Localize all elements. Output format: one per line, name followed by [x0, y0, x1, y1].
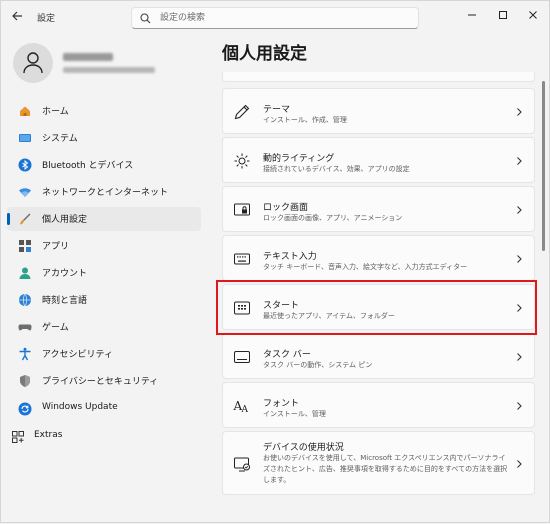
sidebar-item-label: プライバシーとセキュリティ	[42, 377, 159, 387]
sidebar-item-label: 時刻と言語	[42, 296, 88, 306]
card-lock-screen[interactable]: ロック画面 ロック画面の画像、アプリ、アニメーション	[222, 186, 535, 232]
chevron-right-icon	[517, 353, 522, 361]
shield-icon	[20, 375, 30, 387]
sidebar-item-label: Extras	[34, 430, 63, 440]
scrollbar-thumb[interactable]	[542, 81, 545, 251]
card-description: お使いのデバイスを使用して、Microsoft エクスペリエンス内でパーソナライ…	[263, 454, 508, 484]
pen-icon	[234, 104, 250, 120]
card-description: 接続されているデバイス、効果、アプリの設定	[263, 165, 410, 173]
close-button[interactable]	[518, 5, 548, 23]
device-usage-icon	[234, 457, 250, 472]
wifi-icon	[19, 188, 31, 197]
extras-icon	[12, 431, 24, 443]
card-description: インストール、作成、管理	[263, 116, 347, 124]
back-arrow-icon[interactable]	[9, 10, 25, 26]
card-title: タスク バー	[263, 350, 311, 360]
search-icon	[140, 13, 151, 24]
sidebar-item-label: アプリ	[42, 242, 70, 252]
sidebar-item-label: ネットワークとインターネット	[42, 188, 169, 198]
taskbar-icon	[234, 351, 250, 363]
sidebar-item-apps[interactable]: アプリ	[7, 234, 201, 258]
selection-indicator	[7, 213, 10, 225]
sidebar-item-label: ホーム	[42, 107, 69, 117]
partial-card	[222, 72, 535, 82]
home-icon	[20, 106, 30, 116]
sidebar-item-label: ゲーム	[42, 323, 69, 333]
dynamic-lighting-icon	[234, 153, 250, 169]
keyboard-icon	[234, 253, 250, 265]
card-text-input[interactable]: テキスト入力 タッチ キーボード、音声入力、絵文字など、入力方式エディター	[222, 235, 535, 281]
sidebar-item-extras[interactable]: Extras	[7, 425, 201, 449]
card-description: ロック画面の画像、アプリ、アニメーション	[263, 214, 403, 222]
card-title: テーマ	[263, 105, 291, 115]
person-icon	[23, 52, 43, 74]
close-icon	[529, 11, 537, 19]
maximize-icon	[499, 11, 507, 19]
apps-icon	[19, 240, 31, 252]
card-title: 動的ライティング	[263, 154, 335, 164]
windows-update-icon	[18, 402, 32, 416]
profile-email	[63, 67, 155, 73]
sidebar-item-accounts[interactable]: アカウント	[7, 261, 201, 285]
sidebar-item-windows-update[interactable]: Windows Update	[7, 397, 201, 421]
chevron-right-icon	[517, 108, 522, 116]
card-taskbar[interactable]: タスク バー タスク バーの動作、システム ピン	[222, 333, 535, 379]
minimize-icon	[468, 14, 476, 16]
profile-name	[63, 53, 113, 61]
card-title: テキスト入力	[263, 252, 317, 262]
sidebar-item-label: 個人用設定	[42, 215, 88, 225]
card-device-usage[interactable]: デバイスの使用状況 お使いのデバイスを使用して、Microsoft エクスペリエ…	[222, 431, 535, 495]
card-title: ロック画面	[263, 203, 309, 213]
account-icon	[19, 267, 31, 279]
card-dynamic-lighting[interactable]: 動的ライティング 接続されているデバイス、効果、アプリの設定	[222, 137, 535, 183]
search-input[interactable]	[160, 10, 410, 26]
page-title: 個人用設定	[222, 44, 307, 64]
sidebar-item-time-language[interactable]: 時刻と言語	[7, 288, 201, 312]
system-icon	[19, 134, 31, 142]
card-description: タッチ キーボード、音声入力、絵文字など、入力方式エディター	[263, 263, 468, 271]
app-title: 設定	[37, 14, 56, 24]
sidebar-item-bluetooth[interactable]: Bluetooth とデバイス	[7, 153, 201, 177]
chevron-right-icon	[517, 206, 522, 214]
sidebar-item-privacy[interactable]: プライバシーとセキュリティ	[7, 369, 201, 393]
chevron-right-icon	[517, 402, 522, 410]
sidebar-item-accessibility[interactable]: アクセシビリティ	[7, 342, 201, 366]
card-description: インストール、管理	[263, 410, 326, 418]
card-theme[interactable]: テーマ インストール、作成、管理	[222, 88, 535, 134]
card-description: タスク バーの動作、システム ピン	[263, 361, 373, 369]
settings-window: 設定 ホーム システム Bluetooth とデバイス	[0, 0, 550, 523]
card-title: デバイスの使用状況	[263, 443, 344, 453]
sidebar-item-label: Windows Update	[42, 402, 118, 412]
bluetooth-icon	[18, 158, 32, 172]
font-icon: AA	[233, 399, 249, 415]
brush-icon	[20, 213, 31, 225]
gaming-icon	[18, 324, 32, 331]
avatar[interactable]	[13, 43, 53, 83]
accessibility-icon	[19, 347, 31, 361]
sidebar-item-system[interactable]: システム	[7, 126, 201, 150]
minimize-button[interactable]	[457, 5, 487, 23]
chevron-right-icon	[517, 460, 522, 468]
title-bar: 設定	[1, 1, 549, 35]
sidebar-item-home[interactable]: ホーム	[7, 99, 201, 123]
lock-screen-icon	[234, 203, 250, 216]
time-language-icon	[19, 293, 31, 307]
sidebar-item-network[interactable]: ネットワークとインターネット	[7, 180, 201, 204]
chevron-right-icon	[517, 157, 522, 165]
sidebar-item-label: アクセシビリティ	[42, 350, 114, 360]
card-fonts[interactable]: AA フォント インストール、管理	[222, 382, 535, 428]
sidebar-item-label: システム	[42, 134, 78, 144]
sidebar-item-label: アカウント	[42, 269, 88, 279]
maximize-button[interactable]	[488, 5, 518, 23]
card-title: フォント	[263, 399, 300, 409]
sidebar-item-label: Bluetooth とデバイス	[42, 161, 134, 171]
search-box[interactable]	[131, 7, 419, 29]
sidebar-item-personalization[interactable]: 個人用設定	[7, 207, 201, 231]
svg-text:A: A	[241, 405, 249, 415]
sidebar-item-gaming[interactable]: ゲーム	[7, 315, 201, 339]
chevron-right-icon	[517, 255, 522, 263]
highlight-box	[216, 280, 537, 335]
